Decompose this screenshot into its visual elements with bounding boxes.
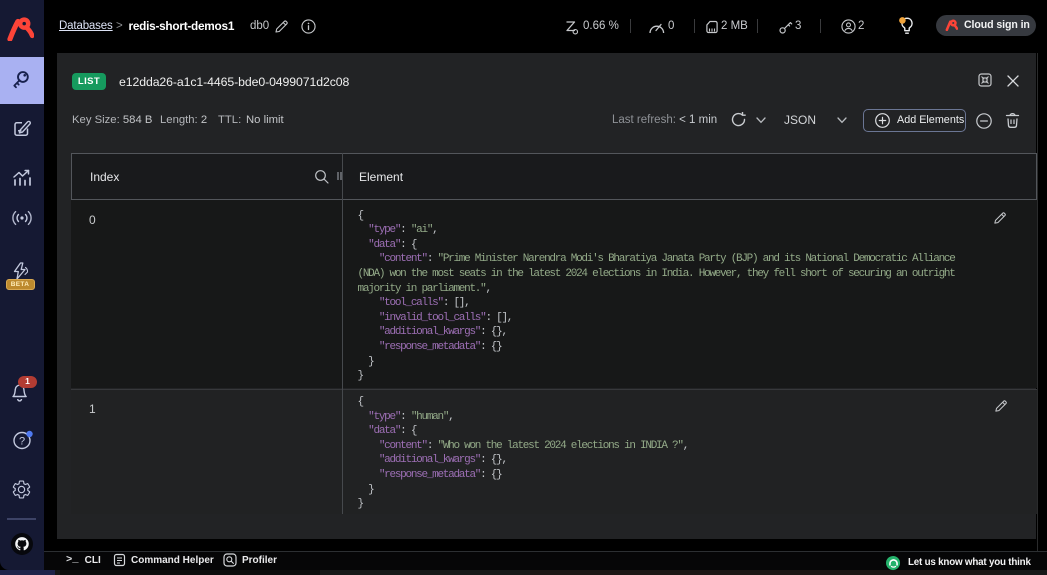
svg-text:?: ? (18, 435, 24, 447)
